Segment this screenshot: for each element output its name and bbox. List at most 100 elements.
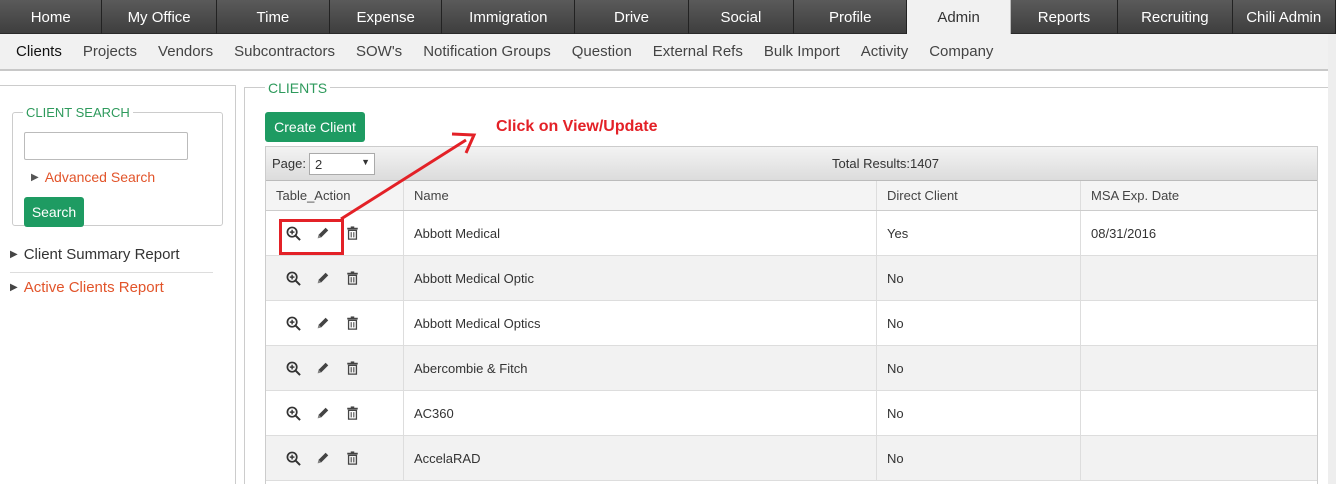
nav-tab-recruiting[interactable]: Recruiting xyxy=(1118,0,1233,34)
nav-tab-admin[interactable]: Admin xyxy=(907,0,1011,34)
clients-panel: CLIENTS Create Client Page: 2 ▼ Total Re… xyxy=(244,80,1336,484)
pencil-icon[interactable] xyxy=(316,271,346,285)
row-actions xyxy=(266,436,404,480)
subnav-item-company[interactable]: Company xyxy=(929,43,993,60)
direct-client-cell: No xyxy=(877,346,1081,390)
subnav-item-activity[interactable]: Activity xyxy=(861,43,909,60)
subnav-item-clients[interactable]: Clients xyxy=(16,43,62,60)
grid-body: Abbott Medical Yes 08/31/2016 Abbott Medica… xyxy=(266,211,1317,481)
annotation-text: Click on View/Update xyxy=(496,118,658,135)
client-summary-report-label: Client Summary Report xyxy=(23,246,180,263)
trash-icon[interactable] xyxy=(346,226,376,240)
row-actions xyxy=(266,301,404,345)
direct-client-cell: No xyxy=(877,391,1081,435)
client-search-legend: CLIENT SEARCH xyxy=(23,105,133,120)
left-panel: CLIENT SEARCH ▶ Advanced Search Search ▶… xyxy=(0,85,236,484)
table-row: Abercombie & Fitch No xyxy=(266,346,1317,391)
subnav-item-sow-s[interactable]: SOW's xyxy=(356,43,402,60)
table-row: Abbott Medical Optics No xyxy=(266,301,1317,346)
zoom-in-icon[interactable] xyxy=(286,271,316,286)
pencil-icon[interactable] xyxy=(316,316,346,330)
table-row: Abbott Medical Yes 08/31/2016 xyxy=(266,211,1317,256)
trash-icon[interactable] xyxy=(346,316,376,330)
active-clients-report-link[interactable]: ▶ Active Clients Report xyxy=(10,279,164,296)
msa-exp-date-cell: 08/31/2016 xyxy=(1091,225,1157,241)
direct-client-cell: No xyxy=(877,256,1081,300)
msa-exp-date-cell xyxy=(1081,301,1317,345)
msa-exp-date-cell xyxy=(1081,346,1317,390)
trash-icon[interactable] xyxy=(346,451,376,465)
column-header-table-action[interactable]: Table_Action xyxy=(266,181,404,210)
client-summary-report-link[interactable]: ▶ Client Summary Report xyxy=(10,246,180,263)
client-search-fieldset: CLIENT SEARCH ▶ Advanced Search Search xyxy=(12,105,223,227)
view-update-highlight-box xyxy=(279,219,344,255)
row-actions xyxy=(266,391,404,435)
trash-icon[interactable] xyxy=(346,271,376,285)
pencil-icon[interactable] xyxy=(316,406,346,420)
nav-tab-profile[interactable]: Profile xyxy=(794,0,908,34)
row-actions xyxy=(266,346,404,390)
nav-tab-expense[interactable]: Expense xyxy=(330,0,443,34)
nav-tab-home[interactable]: Home xyxy=(0,0,103,34)
nav-tab-drive[interactable]: Drive xyxy=(575,0,689,34)
subnav-item-vendors[interactable]: Vendors xyxy=(158,43,213,60)
trash-icon[interactable] xyxy=(346,406,376,420)
msa-exp-date-cell xyxy=(1081,436,1317,480)
table-row: AccelaRAD No xyxy=(266,436,1317,481)
client-name-cell: AccelaRAD xyxy=(404,436,877,480)
msa-exp-date-cell xyxy=(1081,256,1317,300)
pencil-icon[interactable] xyxy=(316,451,346,465)
advanced-search-link[interactable]: ▶ Advanced Search xyxy=(31,169,155,185)
client-name-cell: Abercombie & Fitch xyxy=(404,346,877,390)
direct-client-cell: No xyxy=(877,301,1081,345)
expand-triangle-icon: ▶ xyxy=(10,282,18,293)
grid-header-row: Table_Action Name Direct Client MSA Exp.… xyxy=(266,181,1317,211)
nav-tab-time[interactable]: Time xyxy=(217,0,331,34)
active-clients-report-label: Active Clients Report xyxy=(23,279,164,296)
direct-client-cell: No xyxy=(877,436,1081,480)
expand-triangle-icon: ▶ xyxy=(31,171,39,183)
row-actions xyxy=(266,256,404,300)
create-client-button[interactable]: Create Client xyxy=(265,112,365,142)
client-name-cell: Abbott Medical Optics xyxy=(404,301,877,345)
advanced-search-label: Advanced Search xyxy=(44,169,156,185)
zoom-in-icon[interactable] xyxy=(286,406,316,421)
divider xyxy=(10,272,213,273)
subnav-item-external-refs[interactable]: External Refs xyxy=(653,43,743,60)
client-name-cell: AC360 xyxy=(404,391,877,435)
nav-tab-immigration[interactable]: Immigration xyxy=(442,0,576,34)
sub-navigation: Clients Projects Vendors Subcontractors SOW'… xyxy=(0,34,1336,71)
table-row: Abbott Medical Optic No xyxy=(266,256,1317,301)
column-header-name[interactable]: Name xyxy=(404,181,877,210)
total-results: Total Results:1407 xyxy=(832,156,939,171)
client-search-input[interactable] xyxy=(24,132,188,160)
nav-tab-my-office[interactable]: My Office xyxy=(102,0,217,34)
subnav-item-subcontractors[interactable]: Subcontractors xyxy=(234,43,335,60)
pencil-icon[interactable] xyxy=(316,361,346,375)
pager-bar: Page: 2 ▼ Total Results:1407 xyxy=(266,147,1317,181)
client-name-cell: Abbott Medical xyxy=(404,211,877,255)
search-button[interactable]: Search xyxy=(24,197,84,227)
column-header-msa-exp-date[interactable]: MSA Exp. Date xyxy=(1081,181,1317,210)
expand-triangle-icon: ▶ xyxy=(10,249,18,260)
page-scrollbar[interactable] xyxy=(1328,34,1336,484)
zoom-in-icon[interactable] xyxy=(286,361,316,376)
subnav-item-projects[interactable]: Projects xyxy=(83,43,137,60)
nav-tab-social[interactable]: Social xyxy=(689,0,795,34)
nav-tab-chili-admin[interactable]: Chili Admin xyxy=(1233,0,1336,34)
direct-client-cell: Yes xyxy=(877,211,1081,255)
trash-icon[interactable] xyxy=(346,361,376,375)
zoom-in-icon[interactable] xyxy=(286,451,316,466)
clients-grid: Page: 2 ▼ Total Results:1407 Table_Actio… xyxy=(265,146,1318,484)
column-header-direct-client[interactable]: Direct Client xyxy=(877,181,1081,210)
nav-tab-reports[interactable]: Reports xyxy=(1011,0,1119,34)
subnav-item-bulk-import[interactable]: Bulk Import xyxy=(764,43,840,60)
zoom-in-icon[interactable] xyxy=(286,316,316,331)
client-name-cell: Abbott Medical Optic xyxy=(404,256,877,300)
clients-legend: CLIENTS xyxy=(265,80,331,96)
subnav-item-question[interactable]: Question xyxy=(572,43,632,60)
msa-exp-date-cell xyxy=(1081,391,1317,435)
top-navigation: Home My Office Time Expense Immigration Drive… xyxy=(0,0,1336,34)
table-row: AC360 No xyxy=(266,391,1317,436)
subnav-item-notification-groups[interactable]: Notification Groups xyxy=(423,43,551,60)
